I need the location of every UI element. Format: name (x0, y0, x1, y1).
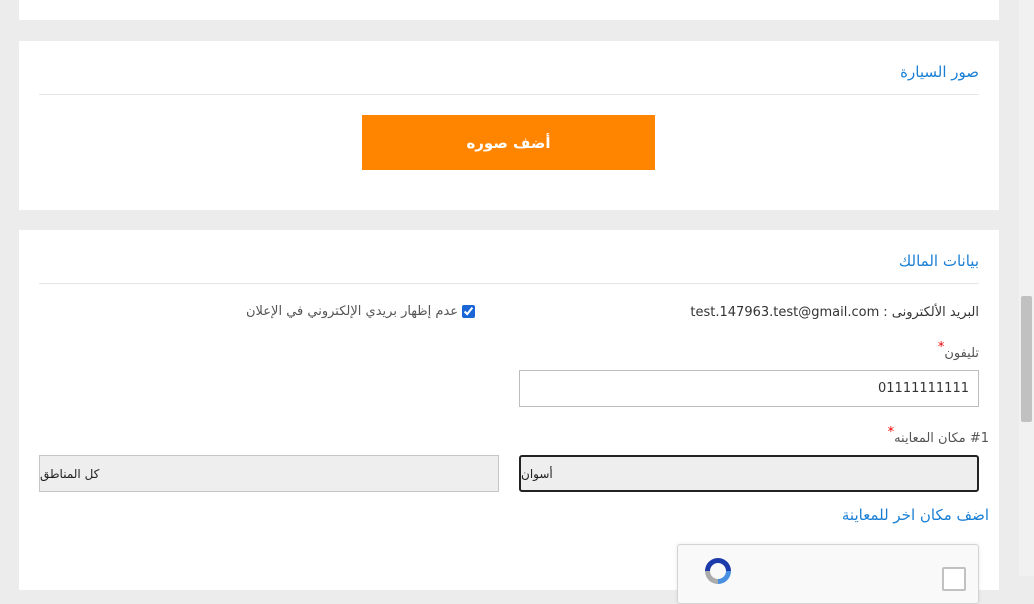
section-divider (39, 283, 979, 284)
car-photos-title: صور السيارة (900, 63, 979, 81)
email-value: test.147963.test@gmail.com (690, 305, 880, 320)
car-photos-section: صور السيارة أضف صوره (19, 41, 999, 210)
phone-input[interactable] (519, 370, 979, 407)
inspection-location-label: #1 مكان المعاينه (894, 431, 989, 446)
page-scrollbar[interactable] (1019, 0, 1034, 576)
previous-section-card (19, 0, 999, 20)
hide-email-checkbox[interactable] (462, 305, 476, 318)
hide-email-label: عدم إظهار بريدي الإلكتروني في الإعلان (246, 304, 459, 319)
section-divider (39, 94, 979, 95)
governorate-value: أسوان (521, 466, 553, 481)
inspection-label-row: #1 مكان المعاينه* (886, 425, 989, 446)
email-row: البريد الألكترونى : test.147963.test@gma… (690, 305, 979, 320)
recaptcha-widget[interactable] (677, 544, 979, 604)
add-photo-button[interactable]: أضف صوره (362, 115, 655, 170)
hide-email-option[interactable]: عدم إظهار بريدي الإلكتروني في الإعلان (246, 304, 476, 319)
required-marker: * (937, 340, 945, 355)
recaptcha-icon (705, 558, 731, 584)
owner-info-section: بيانات المالك البريد الألكترونى : test.1… (19, 230, 999, 604)
add-inspection-location-link[interactable]: اضف مكان اخر للمعاينة (842, 506, 989, 524)
area-select[interactable]: كل المناطق (39, 455, 499, 492)
phone-label-row: تليفون* (936, 340, 979, 361)
phone-label: تليفون (944, 346, 979, 361)
scrollbar-thumb[interactable] (1021, 296, 1032, 422)
email-label: البريد الألكترونى : (883, 305, 979, 320)
area-value: كل المناطق (40, 466, 100, 481)
owner-info-title: بيانات المالك (898, 252, 979, 270)
required-marker: * (887, 425, 895, 440)
recaptcha-checkbox[interactable] (942, 567, 966, 591)
governorate-select[interactable]: أسوان (519, 455, 979, 492)
